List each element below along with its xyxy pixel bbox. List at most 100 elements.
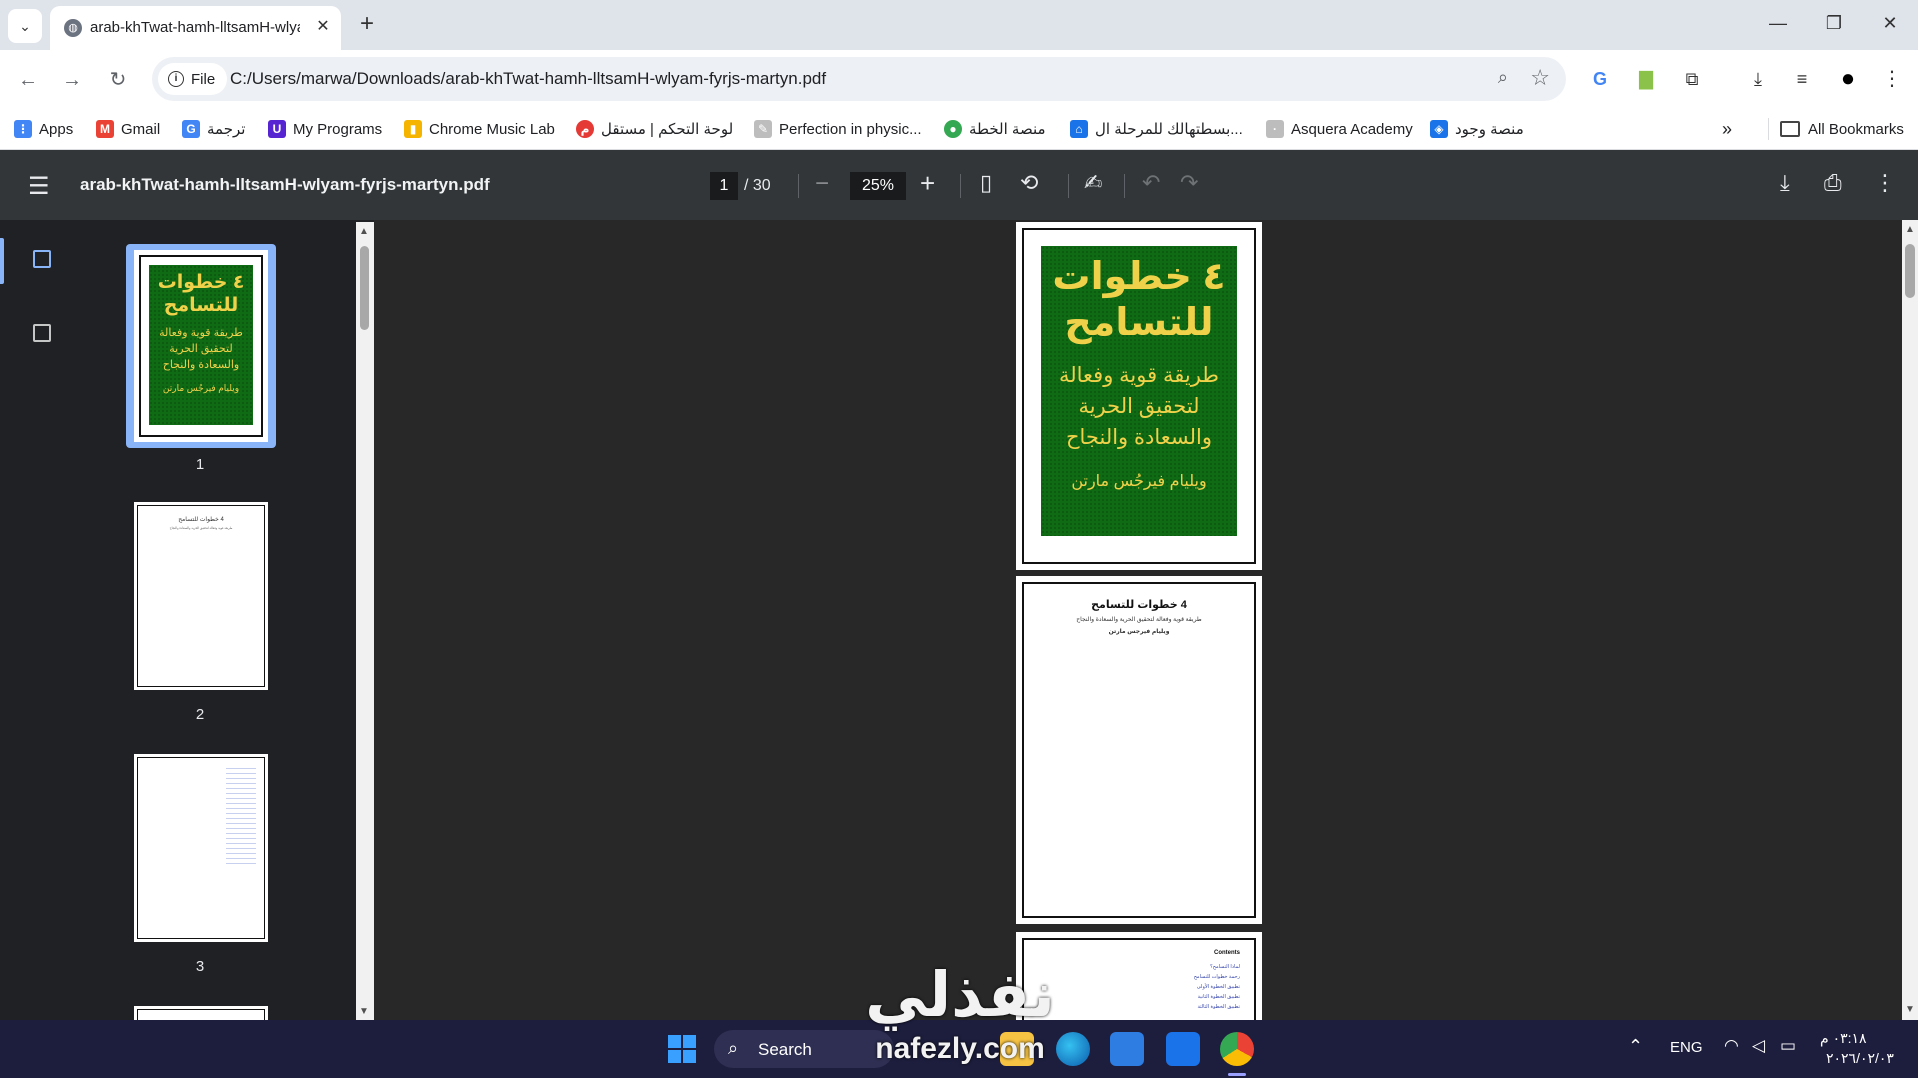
thumb3-contents-lines: [226, 768, 256, 868]
microsoft-store-icon[interactable]: [1110, 1032, 1144, 1066]
bookmark-translate[interactable]: G ترجمة: [182, 117, 245, 141]
plant-extension-icon[interactable]: ▇: [1630, 63, 1662, 95]
print-icon[interactable]: ⎙: [1824, 170, 1842, 196]
clock-time[interactable]: ٠٣:١٨ م: [1820, 1030, 1867, 1047]
scroll-up-arrow-icon[interactable]: ▲: [359, 226, 369, 237]
page2-subheading: طريقة قوية وفعالة لتحقيق الحرية والسعادة…: [1076, 617, 1202, 623]
pdf-document-area[interactable]: ٤ خطوات للتسامح طريقة قوية وفعالة لتحقيق…: [374, 220, 1902, 1020]
annotate-pen-icon[interactable]: ✍: [1084, 170, 1102, 196]
scroll-down-arrow-icon[interactable]: ▼: [359, 1006, 369, 1017]
zoom-out-icon[interactable]: −: [815, 170, 829, 198]
redo-icon[interactable]: ↷: [1180, 170, 1198, 196]
toolbar-separator: [1068, 174, 1069, 198]
clock-date[interactable]: ٢٠٢٦/٠٢/٠٣: [1826, 1050, 1894, 1067]
pdf-page-2: 4 خطوات للتسامح طريقة قوية وفعالة لتحقيق…: [1016, 576, 1262, 924]
pdf-more-menu-icon[interactable]: ⋮: [1874, 170, 1896, 196]
bookmark-label: Apps: [39, 120, 74, 138]
contents-item[interactable]: لماذا التسامح؟: [1194, 962, 1240, 972]
forward-arrow-icon[interactable]: →: [56, 64, 88, 96]
contents-item[interactable]: تطبيق الخطوة الأولى: [1194, 982, 1240, 992]
contents-item[interactable]: تطبيق الخطوة الثانية: [1194, 992, 1240, 1002]
scroll-down-arrow-icon[interactable]: ▼: [1905, 1004, 1915, 1015]
tab-close-icon[interactable]: ✕: [312, 16, 334, 38]
zoom-level-input[interactable]: 25%: [850, 172, 906, 200]
thumbnail-page-3[interactable]: [134, 754, 268, 942]
active-tab[interactable]: ◍ arab-khTwat-hamh-lltsamH-wlyam-fyrjs-m…: [50, 6, 341, 50]
extensions-puzzle-icon[interactable]: ⧉: [1676, 63, 1708, 95]
bookmark-chrome-music-lab[interactable]: ▮ Chrome Music Lab: [404, 117, 555, 141]
pdf-page-1: ٤ خطوات للتسامح طريقة قوية وفعالة لتحقيق…: [1016, 222, 1262, 570]
wifi-icon[interactable]: ◠: [1724, 1036, 1739, 1056]
scrollbar-handle[interactable]: [1905, 244, 1915, 298]
mostaql-icon: م: [576, 120, 594, 138]
chrome-icon[interactable]: [1220, 1032, 1254, 1066]
outlook-icon[interactable]: [1166, 1032, 1200, 1066]
bookmark-basatathalak[interactable]: ⌂ بسطتهالك للمرحلة ال...: [1070, 117, 1243, 141]
google-translate-extension-icon[interactable]: G: [1584, 63, 1616, 95]
battery-icon[interactable]: ▭: [1780, 1036, 1796, 1056]
restore-icon[interactable]: ❐: [1814, 8, 1854, 38]
address-bar[interactable]: i File C:/Users/marwa/Downloads/arab-khT…: [152, 57, 1566, 101]
active-indicator: [0, 238, 4, 284]
windows-start-icon[interactable]: [668, 1035, 696, 1063]
new-tab-button[interactable]: +: [352, 10, 382, 40]
scroll-up-arrow-icon[interactable]: ▲: [1905, 224, 1915, 235]
more-menu-icon[interactable]: ⋮: [1876, 63, 1908, 95]
thumbnail-page-4[interactable]: [134, 1006, 268, 1020]
bookmark-khotta-platform[interactable]: ● منصة الخطة: [944, 117, 1046, 141]
download-icon[interactable]: ⤓: [1742, 63, 1774, 95]
thumbnails-scrollbar[interactable]: ▲ ▼: [356, 222, 374, 1020]
bookmark-label: بسطتهالك للمرحلة ال...: [1095, 121, 1243, 138]
bookmark-my-programs[interactable]: U My Programs: [268, 117, 382, 141]
bookmark-apps[interactable]: ⋮ Apps: [14, 117, 73, 141]
bookmark-label: منصة الخطة: [969, 121, 1046, 138]
all-bookmarks-label: All Bookmarks: [1808, 120, 1904, 138]
page2-author: ويليام فيرجس مارتن: [1108, 629, 1170, 635]
bookmark-label: Gmail: [121, 120, 161, 138]
cover-title: ٤ خطوات: [157, 272, 245, 293]
page-number-input[interactable]: 1: [710, 172, 738, 200]
url-text[interactable]: C:/Users/marwa/Downloads/arab-khTwat-ham…: [230, 69, 826, 89]
reload-icon[interactable]: ↻: [102, 64, 134, 96]
back-arrow-icon[interactable]: ←: [12, 64, 44, 96]
cover-subtitle: والسعادة والنجاح: [162, 359, 240, 371]
contents-item[interactable]: تطبيق الخطوة الثالثة: [1194, 1002, 1240, 1012]
scrollbar-handle[interactable]: [360, 246, 369, 330]
thumbnail-page-2[interactable]: 4 خطوات للتسامح طريقة قوية وفعالة لتحقيق…: [134, 502, 268, 690]
close-window-icon[interactable]: ✕: [1870, 8, 1910, 38]
thumbnail-page-1[interactable]: ٤ خطوات للتسامح طريقة قوية وفعالة لتحقيق…: [134, 250, 268, 442]
volume-icon[interactable]: ◁: [1752, 1036, 1765, 1056]
media-controls-icon[interactable]: ≡: [1786, 63, 1818, 95]
thumbnails-view-button[interactable]: [0, 238, 70, 284]
profile-avatar[interactable]: ●: [1832, 63, 1864, 95]
bookmark-wojood[interactable]: ◈ منصة وجود: [1430, 117, 1524, 141]
contents-item[interactable]: رحمة خطوات للتسامح: [1194, 972, 1240, 982]
bookmark-gmail[interactable]: M Gmail: [96, 117, 160, 141]
bookmark-star-icon[interactable]: ☆: [1530, 65, 1550, 91]
tab-search-button[interactable]: ⌄: [8, 9, 42, 43]
all-bookmarks-button[interactable]: All Bookmarks: [1780, 117, 1904, 141]
bookmark-perfection-physics[interactable]: ✎ Perfection in physic...: [754, 117, 922, 141]
page-border: [137, 505, 265, 687]
document-scrollbar[interactable]: ▲ ▼: [1902, 220, 1918, 1020]
udemy-icon: U: [268, 120, 286, 138]
document-outline-icon[interactable]: [33, 324, 51, 342]
fit-page-icon[interactable]: ▯: [980, 170, 992, 196]
tray-overflow-chevron-icon[interactable]: ⌃: [1628, 1036, 1643, 1057]
magnifier-zoom-icon[interactable]: ⌕: [1498, 67, 1508, 88]
rotate-icon[interactable]: ⟲: [1020, 170, 1038, 196]
bookmarks-overflow-chevron-icon[interactable]: »: [1722, 117, 1732, 141]
minimize-icon[interactable]: —: [1758, 8, 1798, 38]
site-info-chip[interactable]: i File: [158, 63, 228, 95]
zoom-in-icon[interactable]: +: [920, 168, 935, 199]
watermark-url: nafezly.com: [875, 1032, 1045, 1065]
bookmark-asquera-academy[interactable]: · Asquera Academy: [1266, 117, 1413, 141]
bookmark-mostaql[interactable]: م لوحة التحكم | مستقل: [576, 117, 733, 141]
cover-subtitle: طريقة قوية وفعالة: [159, 327, 243, 339]
bookmarks-bar: ⋮ Apps M Gmail G ترجمة U My Programs ▮ C…: [0, 108, 1918, 150]
input-language[interactable]: ENG: [1670, 1039, 1703, 1056]
hamburger-menu-icon[interactable]: ☰: [28, 172, 50, 201]
undo-icon[interactable]: ↶: [1142, 170, 1160, 196]
pdf-download-icon[interactable]: ⤓: [1780, 170, 1790, 196]
bookmark-label: لوحة التحكم | مستقل: [601, 121, 734, 138]
